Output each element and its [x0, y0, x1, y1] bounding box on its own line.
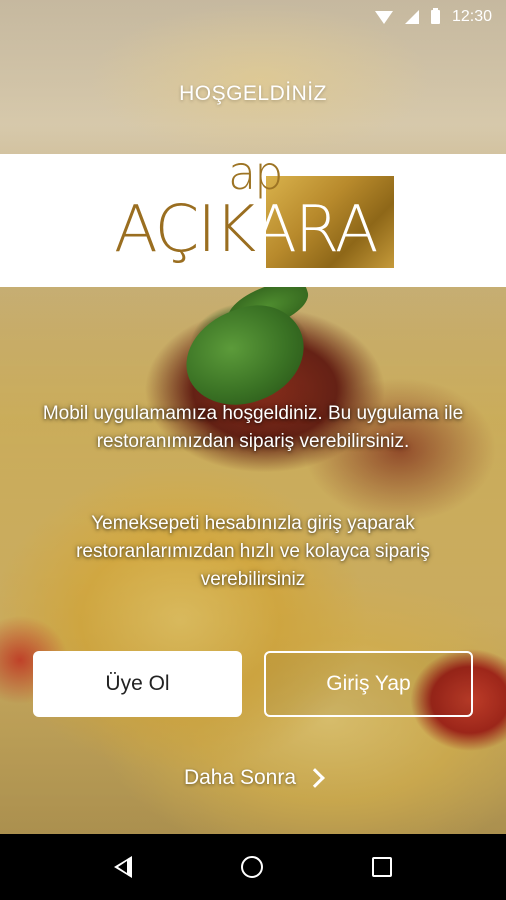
chevron-right-icon [305, 768, 325, 788]
yemeksepeti-message: Yemeksepeti hesabınızla giriş yaparak re… [76, 513, 430, 590]
status-clock: 12:30 [451, 8, 492, 25]
status-bar: 12:30 [0, 0, 506, 34]
welcome-title: HOŞGELDİNİZ [179, 82, 327, 105]
back-icon[interactable] [114, 856, 133, 878]
logo-text-light: ARA [253, 193, 378, 267]
recents-icon[interactable] [371, 857, 392, 877]
login-button[interactable]: Giriş Yap [264, 651, 473, 717]
battery-icon [430, 8, 440, 24]
logo-superscript: ap [228, 146, 283, 200]
intro-message: Mobil uygulamamıza hoşgeldiniz. Bu uygul… [42, 403, 464, 452]
navigation-bar [0, 834, 506, 900]
later-label: Daha Sonra [183, 766, 297, 789]
logo-text-dark: AÇIK [114, 193, 255, 267]
wifi-icon [374, 10, 393, 24]
brand-logo: ap AÇIKARA [114, 150, 394, 276]
later-link[interactable]: Daha Sonra [0, 766, 506, 790]
home-icon[interactable] [240, 856, 263, 878]
signal-icon [404, 10, 419, 24]
welcome-screen: 12:30 HOŞGELDİNİZ ap AÇIKARA Mobil uygul… [0, 0, 506, 834]
register-button[interactable]: Üye Ol [33, 651, 242, 717]
logo-band: ap AÇIKARA [0, 150, 506, 287]
logo-wordmark: AÇIKARA [114, 198, 379, 262]
